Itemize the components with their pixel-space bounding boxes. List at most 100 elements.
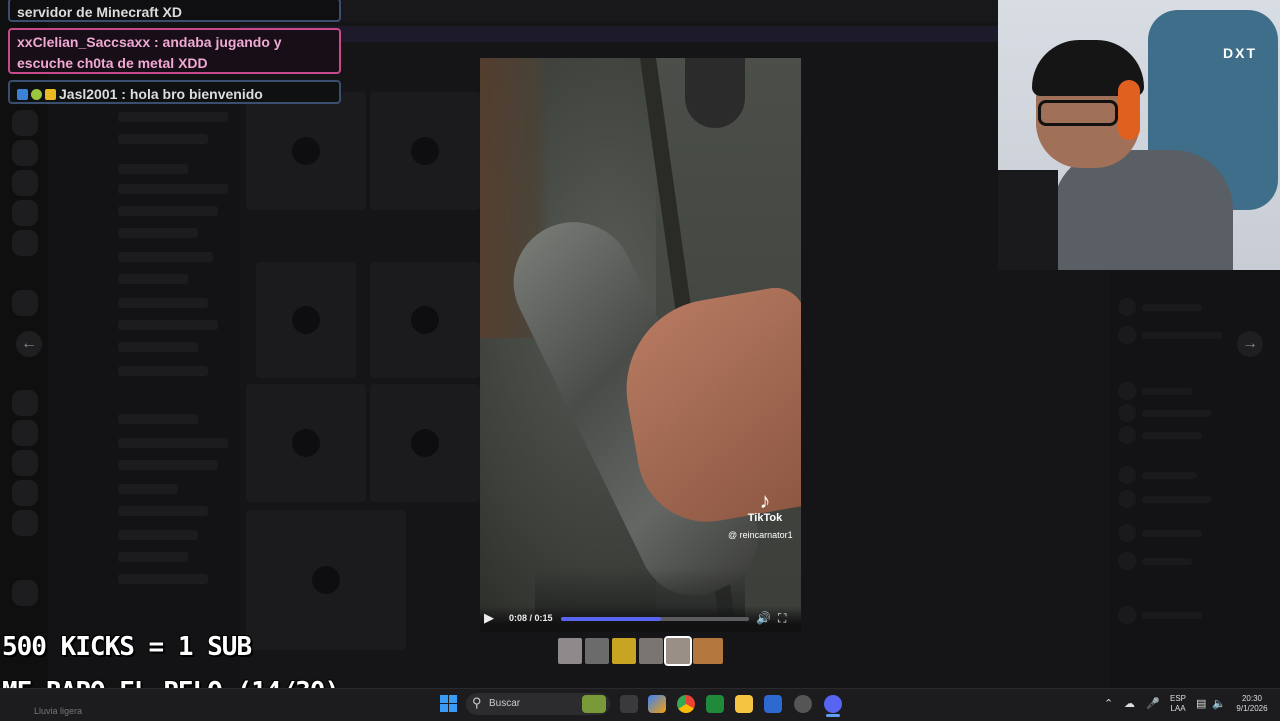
stream-chat-message: servidor de Minecraft XD bbox=[8, 0, 341, 22]
member-avatar[interactable] bbox=[1118, 552, 1136, 570]
volume-button[interactable]: 🔊 bbox=[756, 611, 771, 625]
server-icon[interactable] bbox=[12, 420, 38, 446]
channel-item[interactable] bbox=[118, 252, 213, 262]
app-icon[interactable] bbox=[794, 695, 812, 713]
channel-item[interactable] bbox=[118, 342, 198, 352]
start-button[interactable] bbox=[440, 695, 457, 712]
channel-item[interactable] bbox=[118, 298, 208, 308]
attachment-video[interactable] bbox=[370, 92, 480, 210]
channel-item[interactable] bbox=[118, 228, 198, 238]
attachment-video[interactable] bbox=[370, 384, 480, 502]
badge-icon bbox=[17, 89, 28, 100]
microphone-icon[interactable]: 🎤 bbox=[1146, 697, 1160, 710]
channel-item[interactable] bbox=[118, 366, 208, 376]
server-icon[interactable] bbox=[12, 510, 38, 536]
attachment-video[interactable] bbox=[256, 262, 356, 378]
member-avatar[interactable] bbox=[1118, 606, 1136, 624]
channel-item[interactable] bbox=[118, 206, 218, 216]
thumbnail[interactable] bbox=[639, 638, 663, 664]
member-avatar[interactable] bbox=[1118, 490, 1136, 508]
channel-item[interactable] bbox=[118, 320, 218, 330]
member-avatar[interactable] bbox=[1118, 298, 1136, 316]
network-icon[interactable]: ▤ bbox=[1196, 697, 1206, 710]
fullscreen-button[interactable]: ⛶ bbox=[778, 611, 786, 626]
thumbnail[interactable] bbox=[693, 638, 723, 664]
attachment-video[interactable] bbox=[370, 262, 480, 378]
attachment-video[interactable] bbox=[246, 384, 366, 502]
channel-item[interactable] bbox=[118, 274, 188, 284]
microsoft-store-icon[interactable] bbox=[764, 695, 782, 713]
volume-icon[interactable]: 🔈 bbox=[1212, 697, 1226, 710]
server-icon[interactable] bbox=[12, 480, 38, 506]
member-avatar[interactable] bbox=[1118, 426, 1136, 444]
language-indicator[interactable]: ESP LAA bbox=[1170, 694, 1186, 714]
member-name[interactable] bbox=[1142, 496, 1212, 503]
play-button[interactable]: ▶ bbox=[484, 611, 498, 625]
chrome-icon[interactable] bbox=[677, 695, 695, 713]
channel-item[interactable] bbox=[118, 460, 218, 470]
video-player[interactable]: ♪ TikTok @ reincarnator1 bbox=[480, 58, 801, 632]
thumbnail[interactable] bbox=[585, 638, 609, 664]
notice-banner bbox=[240, 26, 1000, 42]
copilot-icon[interactable] bbox=[648, 695, 666, 713]
member-avatar[interactable] bbox=[1118, 466, 1136, 484]
member-name[interactable] bbox=[1142, 472, 1197, 479]
server-icon[interactable] bbox=[12, 290, 38, 316]
server-icon[interactable] bbox=[12, 140, 38, 166]
search-placeholder[interactable]: Buscar bbox=[489, 698, 520, 709]
member-name[interactable] bbox=[1142, 410, 1212, 417]
cloud-icon[interactable]: ☁ bbox=[1124, 697, 1135, 710]
task-view-icon[interactable] bbox=[620, 695, 638, 713]
previous-media-button[interactable]: ← bbox=[16, 331, 42, 357]
member-name[interactable] bbox=[1142, 558, 1192, 565]
next-media-button[interactable]: → bbox=[1237, 331, 1263, 357]
member-name[interactable] bbox=[1142, 388, 1192, 395]
thumbnail[interactable] bbox=[558, 638, 582, 664]
member-name[interactable] bbox=[1142, 304, 1202, 311]
server-icon[interactable] bbox=[12, 580, 38, 606]
channel-item[interactable] bbox=[118, 112, 228, 122]
xbox-icon[interactable] bbox=[706, 695, 724, 713]
channel-item[interactable] bbox=[118, 438, 228, 448]
channel-item[interactable] bbox=[118, 574, 208, 584]
fullscreen-icon: ⛶ bbox=[778, 611, 787, 625]
server-icon[interactable] bbox=[12, 390, 38, 416]
clock[interactable]: 20:30 9/1/2026 bbox=[1232, 694, 1272, 714]
thumbnail-active[interactable] bbox=[664, 636, 692, 666]
channel-item[interactable] bbox=[118, 184, 228, 194]
search-highlight-icon[interactable] bbox=[582, 695, 606, 713]
member-name[interactable] bbox=[1142, 332, 1222, 339]
headset bbox=[1118, 80, 1140, 140]
channel-item[interactable] bbox=[118, 506, 208, 516]
video-progress-bar[interactable] bbox=[561, 617, 749, 621]
play-icon bbox=[411, 137, 439, 165]
member-avatar[interactable] bbox=[1118, 326, 1136, 344]
channel-item[interactable] bbox=[118, 530, 198, 540]
member-name[interactable] bbox=[1142, 612, 1202, 619]
server-icon[interactable] bbox=[12, 450, 38, 476]
server-icon[interactable] bbox=[12, 170, 38, 196]
member-name[interactable] bbox=[1142, 432, 1202, 439]
channel-item[interactable] bbox=[118, 414, 198, 424]
server-icon[interactable] bbox=[12, 200, 38, 226]
discord-icon[interactable] bbox=[824, 695, 842, 713]
member-avatar[interactable] bbox=[1118, 404, 1136, 422]
attachment-video[interactable] bbox=[246, 510, 406, 650]
member-avatar[interactable] bbox=[1118, 382, 1136, 400]
member-name[interactable] bbox=[1142, 530, 1202, 537]
server-icon[interactable] bbox=[12, 110, 38, 136]
member-avatar[interactable] bbox=[1118, 524, 1136, 542]
chevron-up-icon[interactable]: ⌃ bbox=[1104, 697, 1113, 710]
tiktok-logo-icon: ♪ bbox=[759, 488, 771, 513]
arrow-left-icon: ← bbox=[21, 335, 37, 352]
thumbnail[interactable] bbox=[612, 638, 636, 664]
file-explorer-icon[interactable] bbox=[735, 695, 753, 713]
weather-widget[interactable]: Lluvia ligera bbox=[34, 706, 82, 716]
channel-item[interactable] bbox=[118, 164, 188, 174]
attachment-video[interactable] bbox=[246, 92, 366, 210]
tiktok-watermark: ♪ TikTok bbox=[730, 488, 800, 525]
channel-item[interactable] bbox=[118, 134, 208, 144]
channel-item[interactable] bbox=[118, 552, 188, 562]
channel-item[interactable] bbox=[118, 484, 178, 494]
server-icon[interactable] bbox=[12, 230, 38, 256]
